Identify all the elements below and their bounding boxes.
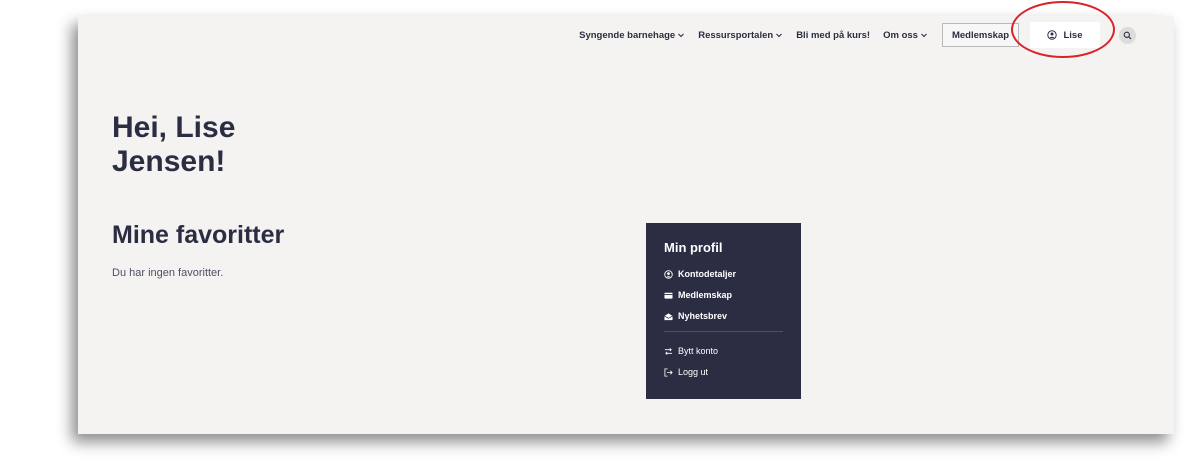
greeting-line-2: Jensen! xyxy=(112,145,226,178)
profile-item-logg-ut[interactable]: Logg ut xyxy=(664,366,783,378)
user-circle-icon xyxy=(664,269,673,279)
nav-item-om-oss[interactable]: Om oss xyxy=(883,30,928,41)
profile-menu-divider xyxy=(664,331,783,332)
profile-item-label: Kontodetaljer xyxy=(678,269,737,279)
nav-item-label: Ressursportalen xyxy=(698,29,774,41)
profile-item-bytt-konto[interactable]: Bytt konto xyxy=(664,345,783,357)
profile-item-label: Medlemskap xyxy=(678,290,733,300)
user-account-button[interactable]: Lise xyxy=(1030,22,1100,48)
card-icon xyxy=(664,292,673,299)
search-button[interactable] xyxy=(1119,26,1136,44)
profile-item-label: Bytt konto xyxy=(678,346,719,356)
profile-item-label: Logg ut xyxy=(678,367,709,377)
profile-item-nyhetsbrev[interactable]: Nyhetsbrev xyxy=(664,310,783,322)
user-circle-icon xyxy=(1047,30,1058,40)
profile-item-medlemskap[interactable]: Medlemskap xyxy=(664,289,783,301)
search-icon xyxy=(1123,31,1132,39)
greeting-line-1: Hei, Lise xyxy=(112,111,236,144)
page-title: Hei, Lise Jensen! xyxy=(112,111,235,179)
profile-menu-title: Min profil xyxy=(664,240,723,255)
nav-item-ressursportalen[interactable]: Ressursportalen xyxy=(698,30,783,41)
envelope-open-icon xyxy=(664,312,673,320)
profile-item-label: Nyhetsbrev xyxy=(678,311,728,321)
user-button-label: Lise xyxy=(1063,29,1083,41)
top-navigation: Syngende barnehage Ressursportalen Bli m… xyxy=(579,20,1136,50)
favorites-empty-text: Du har ingen favoritter. xyxy=(112,267,224,279)
nav-item-label: Bli med på kurs! xyxy=(796,29,871,41)
nav-item-bli-med-pa-kurs[interactable]: Bli med på kurs! xyxy=(796,30,870,41)
profile-menu: Min profil Kontodetaljer Medlemskap Nyhe… xyxy=(646,223,801,399)
switch-arrows-icon xyxy=(664,347,673,355)
page-canvas: Syngende barnehage Ressursportalen Bli m… xyxy=(78,16,1174,434)
nav-item-syngende-barnehage[interactable]: Syngende barnehage xyxy=(579,30,685,41)
chevron-down-icon xyxy=(678,33,685,38)
membership-button-label: Medlemskap xyxy=(951,29,1009,41)
chevron-down-icon xyxy=(921,33,927,38)
membership-button[interactable]: Medlemskap xyxy=(941,23,1019,47)
logout-icon xyxy=(664,367,673,377)
nav-item-label: Om oss xyxy=(883,29,918,41)
favorites-heading: Mine favoritter xyxy=(112,221,285,249)
profile-item-kontodetaljer[interactable]: Kontodetaljer xyxy=(664,268,783,280)
chevron-down-icon xyxy=(776,33,783,38)
nav-item-label: Syngende barnehage xyxy=(579,29,676,41)
